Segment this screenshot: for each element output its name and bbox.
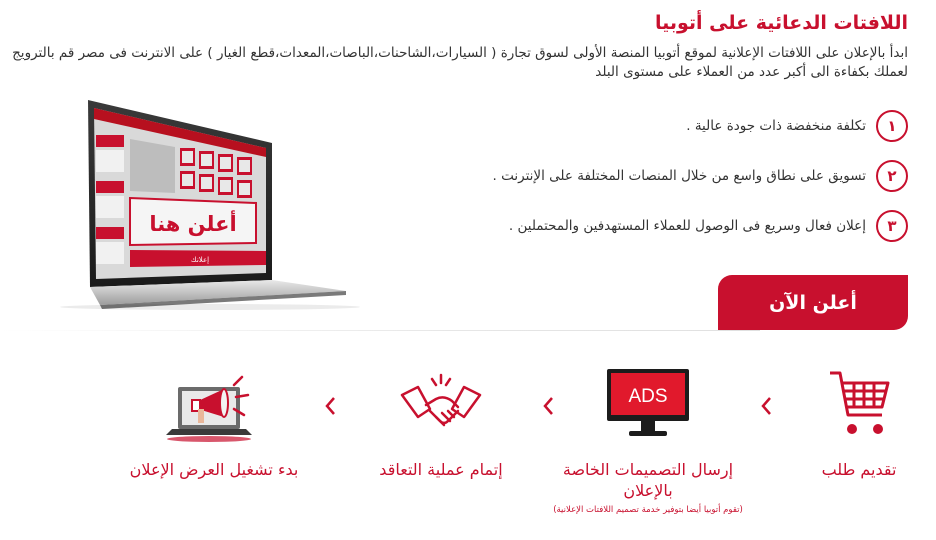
megaphone-laptop-icon bbox=[166, 375, 252, 442]
ad-here-text: أعلن هنا bbox=[149, 209, 236, 236]
feature-item: ٣ إعلان فعال وسريع فى الوصول للعملاء الم… bbox=[428, 210, 908, 242]
feature-number-badge: ٢ bbox=[876, 160, 908, 192]
step-send-designs: ADS إرسال التصميمات الخاصة بالإعلان (تقو… bbox=[538, 365, 758, 515]
shopping-cart-icon bbox=[830, 371, 890, 434]
laptop-illustration: أعلن هنا إعلانك bbox=[60, 100, 360, 310]
page-title: اللافتات الدعائية على أتوبيا bbox=[654, 12, 908, 34]
chevron-left-icon bbox=[543, 397, 553, 415]
ads-monitor-icon: ADS bbox=[607, 369, 689, 436]
step-complete-contract: إتمام عملية التعاقد bbox=[356, 365, 526, 480]
chevron-left-icon bbox=[325, 397, 335, 415]
step-note: (تقوم أتوبيا أيضا بتوفير خدمة تصميم اللا… bbox=[553, 505, 743, 515]
features-list: ١ تكلفة منخفضة ذات جودة عالية . ٢ تسويق … bbox=[428, 110, 908, 260]
step-label: إرسال التصميمات الخاصة بالإعلان bbox=[562, 460, 734, 500]
handshake-icon bbox=[400, 373, 482, 427]
ad-small-label: إعلانك bbox=[191, 256, 209, 264]
feature-item: ١ تكلفة منخفضة ذات جودة عالية . bbox=[428, 110, 908, 142]
feature-number-badge: ٣ bbox=[876, 210, 908, 242]
chevron-left-icon bbox=[761, 397, 771, 415]
feature-text: إعلان فعال وسريع فى الوصول للعملاء المست… bbox=[508, 218, 866, 234]
step-start-ad: بدء تشغيل العرض الإعلان bbox=[104, 365, 324, 480]
advertise-now-button[interactable]: أعلن الآن bbox=[718, 275, 908, 330]
feature-text: تكلفة منخفضة ذات جودة عالية . bbox=[686, 118, 866, 134]
step-label: إتمام عملية التعاقد bbox=[379, 460, 503, 479]
step-label: تقديم طلب bbox=[821, 460, 897, 479]
intro-paragraph: ابدأ بالإعلان على اللافتات الإعلانية لمو… bbox=[12, 45, 908, 80]
ads-screen-text: ADS bbox=[628, 386, 667, 407]
step-label: بدء تشغيل العرض الإعلان bbox=[129, 460, 299, 479]
feature-text: تسويق على نطاق واسع من خلال المنصات المخ… bbox=[492, 168, 866, 184]
feature-number-badge: ١ bbox=[876, 110, 908, 142]
feature-item: ٢ تسويق على نطاق واسع من خلال المنصات ال… bbox=[428, 160, 908, 192]
step-submit-request: تقديم طلب bbox=[794, 365, 924, 480]
section-divider bbox=[0, 330, 760, 331]
